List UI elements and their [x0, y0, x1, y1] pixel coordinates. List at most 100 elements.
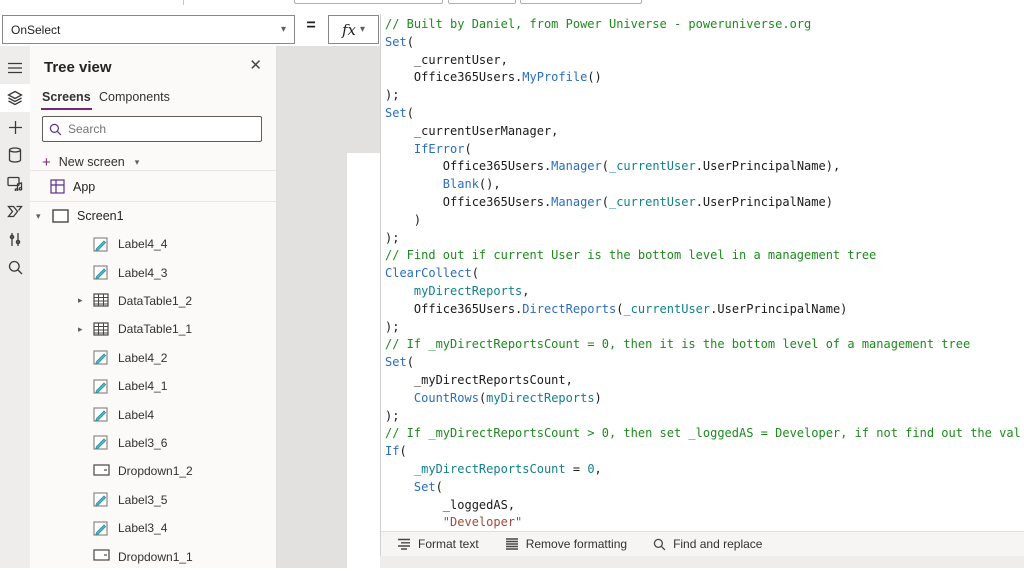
tree-item-Label3_5[interactable]: Label3_5 — [30, 486, 276, 514]
code-line: ClearCollect( — [385, 266, 479, 281]
tree-item-app[interactable]: App — [30, 172, 276, 201]
label-icon — [93, 407, 108, 422]
property-selector-dropdown[interactable]: OnSelect ▾ — [2, 15, 295, 44]
dropdown-icon — [93, 549, 110, 561]
screen-label: Screen1 — [77, 209, 124, 223]
tree-item-Dropdown1_1[interactable]: Dropdown1_1 — [30, 542, 276, 570]
dropdown-icon — [93, 464, 110, 476]
formula-code: // Built by Daniel, from Power Universe … — [385, 16, 1021, 531]
code-line: ); — [385, 88, 400, 103]
property-selector-value: OnSelect — [11, 22, 61, 37]
code-line: _currentUser, — [385, 52, 508, 67]
format-text-button[interactable]: Format text — [397, 537, 479, 551]
chevron-down-icon: ▾ — [359, 24, 366, 35]
code-line: Office365Users.MyProfile() — [385, 70, 602, 85]
tree-item-label: Label3_5 — [118, 492, 168, 507]
app-label: App — [73, 179, 96, 194]
equals-sign: = — [306, 17, 316, 34]
format-text-icon — [398, 538, 410, 550]
code-line: Office365Users.Manager(_currentUser.User… — [385, 159, 841, 174]
topbar-fragment-4 — [183, 0, 184, 5]
format-text-label: Format text — [418, 537, 479, 551]
search-icon — [653, 538, 666, 550]
code-line: ); — [385, 319, 400, 334]
code-line: Office365Users.DirectReports(_currentUse… — [385, 301, 848, 316]
tree-item-Label4_4[interactable]: Label4_4 — [30, 230, 276, 258]
label-icon — [93, 521, 108, 536]
tree-item-label: DataTable1_1 — [118, 322, 193, 337]
tree-item-label: Dropdown1_1 — [118, 549, 193, 564]
formula-editor[interactable]: // Built by Daniel, from Power Universe … — [380, 14, 1024, 531]
tree-item-label: Label3_6 — [118, 435, 168, 450]
code-line: // Built by Daniel, from Power Universe … — [385, 17, 812, 31]
label-icon — [93, 350, 108, 365]
find-and-replace-label: Find and replace — [673, 537, 763, 551]
tree-item-DataTable1_2[interactable]: ▸ DataTable1_2 — [30, 287, 276, 315]
tree-item-label: Label4_3 — [118, 265, 168, 280]
code-line: Office365Users.Manager(_currentUser.User… — [385, 194, 833, 209]
tab-screens[interactable]: Screens — [41, 90, 92, 110]
remove-formatting-icon — [505, 538, 518, 550]
code-line: Set( — [385, 355, 414, 370]
code-line: // Find out if current User is the botto… — [385, 248, 877, 263]
fx-dropdown-button[interactable]: fx ▾ — [328, 15, 379, 44]
plus-icon: + — [42, 153, 51, 171]
tree-item-label: Label4_1 — [118, 379, 168, 394]
find-and-replace-button[interactable]: Find and replace — [653, 537, 762, 551]
remove-formatting-label: Remove formatting — [525, 537, 628, 551]
tree-view-nav-button[interactable] — [0, 84, 30, 112]
code-line: ) — [385, 212, 422, 227]
chevron-down-icon: ▾ — [134, 156, 140, 167]
left-rail — [0, 46, 30, 568]
variables-nav-button[interactable] — [0, 225, 30, 253]
tree-view-panel: Tree view ✕ Screens Components + New scr… — [30, 46, 277, 568]
new-screen-label: New screen — [58, 155, 125, 169]
media-nav-button[interactable] — [0, 169, 30, 197]
tree-item-Label3_6[interactable]: Label3_6 — [30, 429, 276, 457]
code-line: _loggedAS, — [385, 497, 516, 512]
code-line: IfError( — [413, 141, 472, 156]
chevron-right-icon[interactable]: ▸ — [78, 324, 83, 335]
tree-item-Label4_3[interactable]: Label4_3 — [30, 258, 276, 286]
remove-formatting-button[interactable]: Remove formatting — [505, 537, 627, 551]
tree-search-box[interactable] — [42, 116, 262, 142]
tree-item-DataTable1_1[interactable]: ▸ DataTable1_1 — [30, 315, 276, 343]
tree-item-label: Label4_2 — [118, 350, 168, 365]
tab-components[interactable]: Components — [99, 90, 170, 104]
label-icon — [93, 492, 108, 507]
topbar-fragment-2 — [448, 0, 516, 4]
divider — [30, 170, 276, 171]
code-line: _currentUserManager, — [385, 123, 559, 138]
label-icon — [93, 237, 108, 252]
close-icon[interactable]: ✕ — [249, 56, 262, 74]
tree-item-label: DataTable1_2 — [118, 293, 193, 308]
search-input[interactable] — [68, 122, 218, 136]
chevron-right-icon[interactable]: ▸ — [78, 295, 83, 306]
power-automate-nav-button[interactable] — [0, 197, 30, 225]
code-line: ); — [385, 230, 400, 245]
code-line: Set( — [385, 105, 414, 120]
tree-item-Label4_1[interactable]: Label4_1 — [30, 372, 276, 400]
insert-nav-button[interactable] — [0, 113, 30, 141]
tree-item-Label4_2[interactable]: Label4_2 — [30, 344, 276, 372]
code-line: Set( — [413, 479, 443, 494]
search-icon — [49, 123, 62, 135]
tree-item-Label4[interactable]: Label4 — [30, 400, 276, 428]
tree-item-Dropdown1_2[interactable]: Dropdown1_2 — [30, 457, 276, 485]
hamburger-menu-button[interactable] — [0, 54, 30, 82]
app-icon — [50, 179, 65, 194]
label-icon — [93, 435, 108, 451]
code-line: // If _myDirectReportsCount > 0, then se… — [385, 426, 1021, 441]
tree-item-label: Label3_4 — [118, 521, 168, 536]
canvas-backdrop-bottom — [380, 556, 1024, 568]
code-line: ); — [385, 408, 400, 423]
app-canvas-edge — [347, 153, 380, 568]
code-line: myDirectReports, — [413, 283, 530, 298]
datatable-icon — [93, 293, 109, 308]
tree-item-screen1[interactable]: ▾ Screen1 — [30, 202, 276, 230]
tree-item-Label3_4[interactable]: Label3_4 — [30, 514, 276, 542]
data-nav-button[interactable] — [0, 141, 30, 169]
chevron-down-icon[interactable]: ▾ — [36, 211, 48, 222]
search-nav-button[interactable] — [0, 253, 30, 281]
chevron-down-icon: ▾ — [280, 24, 286, 35]
